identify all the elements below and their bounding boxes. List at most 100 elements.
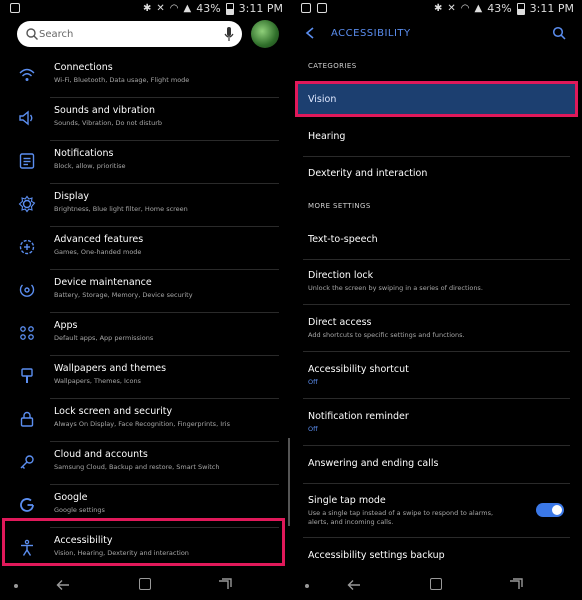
- item-title: Accessibility shortcut: [308, 364, 409, 375]
- image-icon: [317, 3, 327, 13]
- status-bar: ✱ ✕ ◠ ▲ 43% 3:11 PM: [0, 0, 291, 18]
- settings-item-notifications[interactable]: Notifications Block, allow, prioritise: [0, 141, 291, 184]
- notification-icon: [10, 3, 20, 13]
- single-tap-toggle[interactable]: [536, 503, 564, 517]
- list-item-notification-reminder[interactable]: Notification reminder Off: [291, 399, 582, 446]
- gear-plus-icon: [19, 239, 35, 255]
- settings-item-subtitle: Samsung Cloud, Backup and restore, Smart…: [54, 463, 220, 471]
- cell-signal-icon: ▲: [474, 3, 483, 14]
- bluetooth-icon: ✱: [143, 3, 152, 14]
- search-bar[interactable]: [17, 21, 242, 47]
- key-icon: [20, 455, 34, 469]
- item-title: Text-to-speech: [308, 234, 378, 245]
- settings-item-subtitle: Block, allow, prioritise: [54, 162, 126, 170]
- item-status: Off: [308, 425, 318, 433]
- item-title: Hearing: [308, 131, 346, 142]
- item-title: Direction lock: [308, 270, 374, 281]
- brush-icon: [21, 368, 33, 383]
- item-status: Off: [308, 378, 318, 386]
- item-title: Direct access: [308, 317, 372, 328]
- list-item-text-to-speech[interactable]: Text-to-speech: [291, 222, 582, 260]
- back-icon[interactable]: [347, 579, 361, 591]
- lock-icon: [20, 411, 34, 427]
- settings-item-sounds[interactable]: Sounds and vibration Sounds, Vibration, …: [0, 98, 291, 141]
- list-item-single-tap-mode[interactable]: Single tap mode Use a single tap instead…: [291, 484, 582, 538]
- settings-item-subtitle: Games, One-handed mode: [54, 248, 142, 256]
- dot-icon: [14, 584, 18, 588]
- accessibility-highlight: [2, 518, 285, 566]
- settings-item-title: Advanced features: [54, 234, 144, 245]
- speaker-icon: [19, 110, 33, 126]
- notifications-icon: [19, 153, 35, 169]
- settings-item-title: Wallpapers and themes: [54, 363, 167, 374]
- settings-item-title: Lock screen and security: [54, 406, 173, 417]
- search-icon: [26, 28, 38, 40]
- list-item-direction-lock[interactable]: Direction lock Unlock the screen by swip…: [291, 260, 582, 305]
- categories-header: CATEGORIES: [308, 62, 357, 70]
- battery-icon: [516, 2, 525, 15]
- settings-item-display[interactable]: Display Brightness, Blue light filter, H…: [0, 184, 291, 227]
- list-item-vision[interactable]: Vision: [295, 81, 578, 117]
- apps-grid-icon: [20, 326, 34, 340]
- google-icon: [20, 498, 34, 512]
- list-item-answering-calls[interactable]: Answering and ending calls: [291, 446, 582, 484]
- item-subtitle: Use a single tap instead of a swipe to r…: [308, 509, 494, 517]
- item-subtitle: Unlock the screen by swiping in a series…: [308, 284, 483, 292]
- battery-percent: 43%: [196, 2, 221, 15]
- settings-item-wallpapers[interactable]: Wallpapers and themes Wallpapers, Themes…: [0, 356, 291, 399]
- settings-item-title: Device maintenance: [54, 277, 152, 288]
- item-title: Notification reminder: [308, 411, 409, 422]
- settings-item-apps[interactable]: Apps Default apps, App permissions: [0, 313, 291, 356]
- settings-item-cloud-accounts[interactable]: Cloud and accounts Samsung Cloud, Backup…: [0, 442, 291, 485]
- wifi-icon: [19, 68, 35, 81]
- settings-item-device-maintenance[interactable]: Device maintenance Battery, Storage, Mem…: [0, 270, 291, 313]
- settings-item-title: Connections: [54, 62, 113, 73]
- item-title: Accessibility settings backup: [308, 550, 445, 561]
- settings-item-title: Apps: [54, 320, 78, 331]
- recent-apps-icon[interactable]: [218, 578, 232, 590]
- settings-item-advanced-features[interactable]: Advanced features Games, One-handed mode: [0, 227, 291, 270]
- list-item-dexterity[interactable]: Dexterity and interaction: [291, 157, 582, 194]
- page-title: ACCESSIBILITY: [331, 28, 411, 39]
- app-bar: ACCESSIBILITY: [291, 18, 582, 50]
- back-icon[interactable]: [305, 27, 315, 39]
- settings-list: Connections Wi-Fi, Bluetooth, Data usage…: [0, 55, 291, 571]
- home-icon[interactable]: [430, 578, 442, 590]
- list-item-direct-access[interactable]: Direct access Add shortcuts to specific …: [291, 305, 582, 352]
- item-title: Vision: [308, 94, 337, 105]
- recent-apps-icon[interactable]: [509, 578, 523, 590]
- settings-item-lock-screen[interactable]: Lock screen and security Always On Displ…: [0, 399, 291, 442]
- settings-item-subtitle: Always On Display, Face Recognition, Fin…: [54, 420, 230, 428]
- settings-item-title: Display: [54, 191, 90, 202]
- settings-item-title: Sounds and vibration: [54, 105, 155, 116]
- scrollbar[interactable]: [288, 438, 290, 526]
- settings-panel: ✱ ✕ ◠ ▲ 43% 3:11 PM Connections Wi-Fi, B…: [0, 0, 291, 600]
- item-subtitle-line2: alerts, and incoming calls.: [308, 518, 394, 526]
- status-bar: ✱ ✕ ◠ ▲ 43% 3:11 PM: [291, 0, 582, 18]
- maintenance-icon: [19, 284, 35, 297]
- list-item-settings-backup[interactable]: Accessibility settings backup: [291, 538, 582, 568]
- settings-item-subtitle: Default apps, App permissions: [54, 334, 154, 342]
- cell-signal-icon: ▲: [183, 3, 192, 14]
- search-input[interactable]: [39, 24, 209, 44]
- list-item-hearing[interactable]: Hearing: [291, 120, 582, 157]
- settings-item-subtitle: Google settings: [54, 506, 105, 514]
- clock: 3:11 PM: [238, 2, 283, 15]
- settings-item-title: Google: [54, 492, 88, 503]
- list-item-accessibility-shortcut[interactable]: Accessibility shortcut Off: [291, 352, 582, 399]
- settings-item-subtitle: Sounds, Vibration, Do not disturb: [54, 119, 163, 127]
- battery-icon: [225, 2, 234, 15]
- item-title: Single tap mode: [308, 495, 386, 506]
- notification-icon: [301, 3, 311, 13]
- battery-percent: 43%: [487, 2, 512, 15]
- bluetooth-icon: ✱: [434, 3, 443, 14]
- brightness-icon: [18, 195, 36, 213]
- back-icon[interactable]: [56, 579, 70, 591]
- avatar[interactable]: [251, 20, 279, 48]
- settings-item-connections[interactable]: Connections Wi-Fi, Bluetooth, Data usage…: [0, 55, 291, 98]
- search-icon[interactable]: [552, 26, 566, 40]
- home-icon[interactable]: [139, 578, 151, 590]
- item-title: Answering and ending calls: [308, 458, 439, 469]
- dot-icon: [305, 584, 309, 588]
- microphone-icon[interactable]: [224, 26, 234, 42]
